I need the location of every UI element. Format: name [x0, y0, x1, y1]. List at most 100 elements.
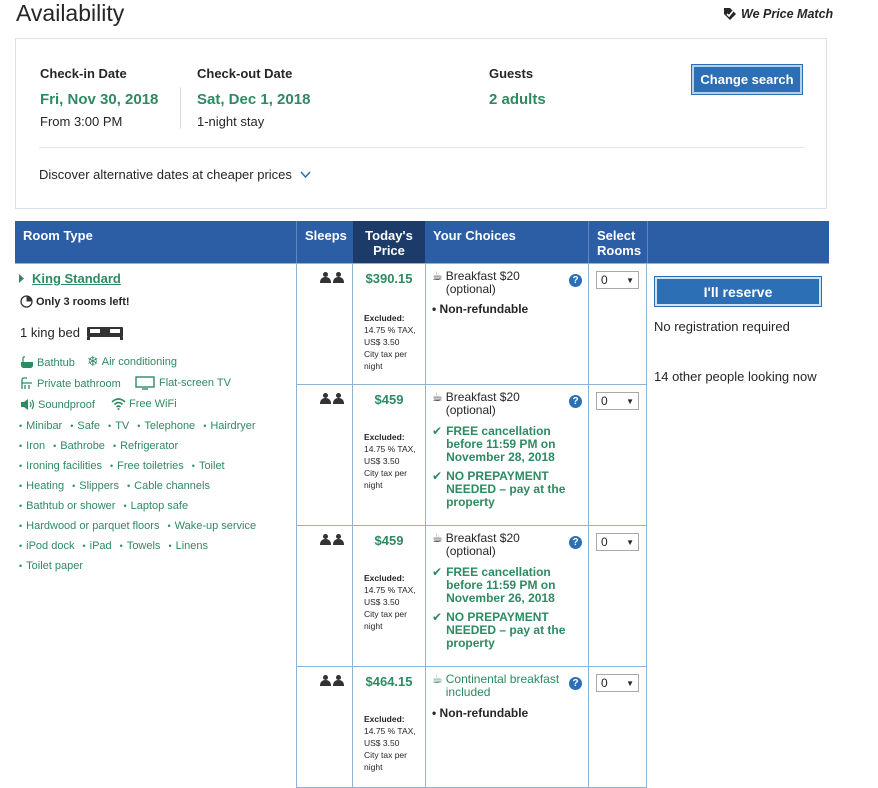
select-rooms-dropdown[interactable]: 0 ▼	[596, 533, 639, 551]
policy-line: November 26, 2018	[446, 591, 555, 605]
breakfast-label: Breakfast $20	[445, 269, 520, 283]
facility-private-bathroom: Private bathroom	[20, 377, 121, 390]
facility-item: Heating	[19, 480, 64, 492]
policy-line: November 28, 2018	[446, 450, 555, 464]
room-name-row[interactable]: King Standard	[19, 271, 121, 286]
facility-item: Bathtub or shower	[19, 500, 115, 512]
th-select-line2: Rooms	[597, 243, 642, 258]
facility-line: Toilet paper	[19, 560, 91, 572]
th-select-rooms: Select Rooms	[589, 221, 647, 263]
excluded-line: City tax per	[364, 609, 407, 619]
excluded-line: night	[364, 621, 383, 631]
select-rooms-dropdown[interactable]: 0 ▼	[596, 271, 639, 289]
checkin-date[interactable]: Fri, Nov 30, 2018	[40, 91, 158, 108]
price-match-badge[interactable]: We Price Match	[723, 7, 833, 21]
change-search-button[interactable]: Change search	[692, 65, 802, 94]
check-icon: ✔	[432, 424, 443, 438]
breakfast-sub: included	[445, 685, 491, 699]
dropdown-arrow-icon: ▼	[626, 537, 634, 547]
breakfast-icon: ☕	[432, 672, 443, 686]
select-rooms-dropdown[interactable]: 0 ▼	[596, 392, 639, 410]
help-icon[interactable]: ?	[569, 677, 582, 690]
facility-item: iPod dock	[19, 540, 74, 552]
checkout-date[interactable]: Sat, Dec 1, 2018	[197, 91, 310, 108]
sleeps-2-icon	[320, 534, 344, 545]
policy-line: NO PREPAYMENT	[446, 610, 549, 624]
select-rooms-dropdown[interactable]: 0 ▼	[596, 674, 639, 692]
room-name-link[interactable]: King Standard	[32, 271, 121, 286]
excluded-line: night	[364, 762, 383, 772]
excluded-line: 14.75 % TAX,	[364, 585, 416, 595]
policy-line: NEEDED – pay at the	[446, 623, 566, 637]
guests-label: Guests	[489, 66, 534, 81]
facility-label: Free WiFi	[129, 397, 177, 410]
breakfast-row: ☕ Breakfast $20 (optional)	[432, 391, 582, 417]
facility-air-conditioning: ❄ Air conditioning	[87, 354, 177, 368]
check-icon: ✔	[432, 469, 443, 483]
help-icon[interactable]: ?	[569, 395, 582, 408]
th-select-line1: Select	[597, 228, 636, 243]
facility-item: Hairdryer	[203, 420, 255, 432]
policy-line: before 11:59 PM on	[446, 437, 556, 451]
dropdown-arrow-icon: ▼	[626, 396, 634, 406]
select-value: 0	[601, 273, 608, 287]
reserve-button[interactable]: I'll reserve	[655, 277, 821, 306]
chevron-down-icon	[300, 170, 311, 178]
offer-choices: ☕ Breakfast $20 (optional) ✔ FREE cancell…	[432, 532, 582, 650]
policy-line: FREE cancellation	[446, 565, 551, 579]
no-prepayment: ✔ NO PREPAYMENT NEEDED – pay at the proper…	[432, 470, 582, 509]
excluded-line: US$ 3.50	[364, 337, 400, 347]
offer-excluded: Excluded: 14.75 % TAX, US$ 3.50 City tax…	[364, 713, 424, 773]
price-tag-icon	[724, 8, 736, 20]
facility-item: Cable channels	[127, 480, 210, 492]
facility-item: Toilet	[192, 460, 225, 472]
breakfast-label: Continental breakfast	[445, 672, 560, 686]
offer-choices: ☕ Breakfast $20 (optional) • Non-refundab…	[432, 270, 582, 316]
check-icon: ✔	[432, 610, 443, 624]
facility-item: iPad	[82, 540, 111, 552]
sleeps-2-icon	[320, 272, 344, 283]
caret-right-icon	[19, 274, 24, 283]
people-looking-text: 14 other people looking now	[654, 369, 817, 384]
dropdown-arrow-icon: ▼	[626, 678, 634, 688]
checkin-time: From 3:00 PM	[40, 114, 123, 129]
facility-line: Iron Bathrobe Refrigerator	[19, 440, 186, 452]
excluded-line: US$ 3.50	[364, 456, 400, 466]
clock-icon	[20, 295, 33, 308]
facility-line: Minibar Safe TV Telephone Hairdryer	[19, 420, 264, 432]
facility-item: Ironing facilities	[19, 460, 102, 472]
price-match-label: We Price Match	[741, 7, 834, 21]
dropdown-arrow-icon: ▼	[626, 275, 634, 285]
facility-soundproof: Soundproof	[20, 398, 95, 411]
help-icon[interactable]: ?	[569, 536, 582, 549]
offer-excluded: Excluded: 14.75 % TAX, US$ 3.50 City tax…	[364, 312, 424, 372]
th-todays-price-line2: Price	[373, 243, 405, 258]
guests-value[interactable]: 2 adults	[489, 91, 546, 108]
th-your-choices: Your Choices	[433, 228, 516, 243]
private-bathroom-icon	[21, 377, 32, 389]
help-icon[interactable]: ?	[569, 274, 582, 287]
facility-line: Heating Slippers Cable channels	[19, 480, 218, 492]
discover-dates-toggle[interactable]: Discover alternative dates at cheaper pr…	[39, 167, 311, 182]
facility-item: Minibar	[19, 420, 62, 432]
rooms-table-header: Room Type Sleeps Today's Price Your Choi…	[15, 221, 829, 263]
offer-price: $390.15	[365, 271, 413, 286]
offer-price: $459	[374, 392, 404, 407]
th-room-type: Room Type	[23, 228, 93, 243]
facility-item: Linens	[168, 540, 208, 552]
facility-label: Air conditioning	[101, 355, 177, 368]
checkin-label: Check-in Date	[40, 66, 127, 81]
bed-info: 1 king bed	[20, 325, 124, 340]
stay-length: 1-night stay	[197, 114, 265, 129]
facility-item: TV	[108, 420, 129, 432]
facility-item: Wake-up service	[167, 520, 256, 532]
facility-item: Refrigerator	[113, 440, 178, 452]
king-bed-icon	[87, 326, 123, 340]
facility-line: Ironing facilities Free toiletries Toilet	[19, 460, 233, 472]
breakfast-sub: (optional)	[445, 282, 496, 296]
policy-text: Non-refundable	[439, 706, 529, 720]
facility-item: Telephone	[137, 420, 195, 432]
policy-line: before 11:59 PM on	[446, 578, 556, 592]
excluded-label: Excluded:	[364, 432, 405, 442]
free-cancellation: ✔ FREE cancellation before 11:59 PM on Nov…	[432, 425, 582, 464]
